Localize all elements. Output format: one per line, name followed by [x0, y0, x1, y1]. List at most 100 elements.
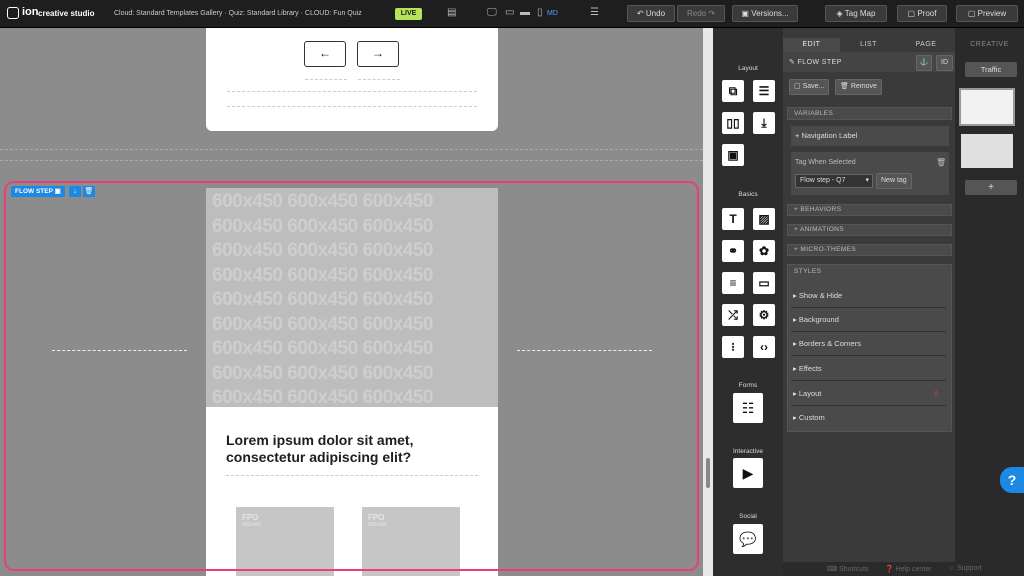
trash-icon[interactable]: 🗑	[936, 158, 946, 167]
rows-widget-icon[interactable]: ☰	[753, 80, 775, 102]
page-layout-icon[interactable]: ▤	[447, 7, 456, 21]
tag-map-button[interactable]: ◈ Tag Map	[825, 5, 887, 22]
widget-group-interactive: Interactive	[733, 448, 763, 455]
selected-flow-step-outline	[4, 181, 699, 571]
remove-button[interactable]: 🗑 Remove	[835, 79, 882, 95]
undo-icon: ↶	[636, 9, 644, 18]
save-icon: ▢	[794, 83, 801, 90]
social-widget-icon[interactable]: 💬	[733, 524, 763, 554]
tab-page[interactable]: PAGE	[897, 38, 955, 52]
style-row-show-hide[interactable]: ▸ Show & Hide	[791, 284, 946, 308]
tablet-landscape-icon[interactable]: ▬	[520, 7, 530, 21]
layout-widget-icon[interactable]: ⧉	[722, 80, 744, 102]
list-widget-icon[interactable]: ≡	[722, 272, 744, 294]
new-tag-button[interactable]: New tag	[876, 173, 912, 189]
redo-icon: ↷	[708, 9, 716, 18]
shuffle-widget-icon[interactable]: ⤮	[722, 304, 744, 326]
help-button[interactable]: ?	[1000, 467, 1024, 493]
preview-button[interactable]: ▢ Preview	[956, 5, 1018, 22]
proof-icon: ▢	[907, 9, 916, 18]
tag-select[interactable]: Flow step - Q7 ▾	[795, 174, 873, 188]
style-row-borders[interactable]: ▸ Borders & Corners	[791, 332, 946, 356]
versions-button[interactable]: ▣ Versions...	[732, 5, 798, 22]
mobile-icon[interactable]: ▯	[537, 7, 543, 21]
breadcrumb[interactable]: Cloud: Standard Templates Gallery · Quiz…	[114, 10, 362, 17]
link-widget-icon[interactable]: ⚭	[722, 240, 744, 262]
style-row-background[interactable]: ▸ Background	[791, 308, 946, 332]
columns-widget-icon[interactable]: ▯▯	[722, 112, 744, 134]
status-badge: LIVE	[395, 8, 422, 20]
settings-widget-icon[interactable]: ⚙	[753, 304, 775, 326]
download-widget-icon[interactable]: ⤓	[753, 112, 775, 134]
style-row-custom[interactable]: ▸ Custom	[791, 406, 946, 430]
settings-panel: EDIT LIST PAGE ✎ FLOW STEP ⚓ ID ▢ Save..…	[783, 28, 955, 576]
prev-button[interactable]: ←	[304, 41, 346, 67]
navigation-label-button[interactable]: + Navigation Label	[791, 126, 949, 146]
pencil-icon: ✎	[789, 59, 796, 66]
tag-icon: ◈	[836, 9, 843, 18]
animations-section[interactable]: + ANIMATIONS	[787, 224, 952, 236]
step-thumbnail[interactable]	[961, 134, 1013, 168]
micro-themes-section[interactable]: + MICRO-THEMES	[787, 244, 952, 256]
image-widget-icon[interactable]: ▨	[753, 208, 775, 230]
flow-step-tag[interactable]: FLOW STEP ▣	[11, 186, 65, 197]
desktop-icon[interactable]: 🖵	[487, 7, 497, 21]
id-button[interactable]: ID	[936, 55, 953, 71]
editor-canvas[interactable]: ← → 600x450 600x450 600x450 600x450 600x…	[0, 28, 703, 576]
traffic-button[interactable]: Traffic	[965, 62, 1017, 77]
section-divider	[0, 160, 703, 161]
dashed-placeholder	[227, 106, 477, 107]
panel-resizer[interactable]	[703, 28, 713, 576]
previous-step-card	[206, 28, 498, 131]
redo-button[interactable]: Redo ↷	[677, 5, 725, 22]
dashed-placeholder	[305, 79, 347, 80]
undo-button[interactable]: ↶ Undo	[627, 5, 675, 22]
footer-bar: ⌨ Shortcuts ❓ Help center ☺ Support	[783, 562, 1024, 576]
save-button[interactable]: ▢ Save...	[789, 79, 830, 95]
interactive-widget-icon[interactable]: ▶	[733, 458, 763, 488]
form-widget-icon[interactable]: ☷	[733, 393, 763, 423]
support-link[interactable]: ☺ Support	[948, 565, 982, 572]
style-row-effects[interactable]: ▸ Effects	[791, 357, 946, 381]
media-widget-icon[interactable]: ✿	[753, 240, 775, 262]
next-button[interactable]: →	[357, 41, 399, 67]
resize-grip[interactable]	[706, 458, 710, 488]
versions-icon: ▣	[741, 9, 749, 18]
tablet-icon[interactable]: ▭	[505, 7, 514, 21]
logo-icon	[7, 7, 19, 19]
shortcuts-link[interactable]: ⌨ Shortcuts	[827, 565, 869, 573]
top-toolbar: ion creative studio Cloud: Standard Temp…	[0, 0, 1024, 28]
widget-group-social: Social	[739, 513, 757, 520]
step-thumbnail[interactable]	[959, 88, 1015, 126]
code-widget-icon[interactable]: ‹›	[753, 336, 775, 358]
move-down-icon[interactable]: ↓	[69, 186, 81, 197]
creative-panel: CREATIVE Traffic +	[955, 28, 1024, 576]
tab-list[interactable]: LIST	[840, 38, 897, 52]
sliders-icon[interactable]: ☰	[590, 7, 599, 21]
dashed-placeholder	[227, 91, 477, 92]
dashed-placeholder	[358, 79, 400, 80]
panel-title: ✎ FLOW STEP	[789, 59, 842, 66]
widget-group-forms: Forms	[738, 382, 758, 389]
tab-edit[interactable]: EDIT	[783, 38, 840, 52]
help-center-link[interactable]: ❓ Help center	[885, 565, 931, 573]
logo-mark: ion	[22, 6, 39, 18]
image-icon: ▣	[54, 188, 61, 195]
widget-group-basics: Basics	[738, 191, 758, 198]
add-step-button[interactable]: +	[965, 180, 1017, 195]
container-widget-icon[interactable]: ▣	[722, 144, 744, 166]
breakpoint-label[interactable]: MD	[547, 10, 558, 17]
tag-when-selected-label: Tag When Selected	[795, 159, 856, 166]
divider-widget-icon[interactable]: ▭	[753, 272, 775, 294]
widget-group-layout: Layout	[738, 65, 758, 72]
style-row-layout[interactable]: ▸ Layout ◊	[791, 382, 946, 406]
widget-palette: Layout ⧉ ☰ ▯▯ ⤓ ▣ Basics T ▨ ⚭ ✿ ≡ ▭ ⤮ ⚙…	[713, 28, 783, 576]
proof-button[interactable]: ▢ Proof	[897, 5, 947, 22]
section-divider	[0, 149, 703, 150]
text-widget-icon[interactable]: T	[722, 208, 744, 230]
spacer-widget-icon[interactable]: ⁝	[722, 336, 744, 358]
trash-icon[interactable]: 🗑	[83, 186, 95, 197]
behaviors-section[interactable]: + BEHAVIORS	[787, 204, 952, 216]
anchor-icon[interactable]: ⚓	[916, 55, 932, 71]
creative-title: CREATIVE	[970, 41, 1009, 48]
